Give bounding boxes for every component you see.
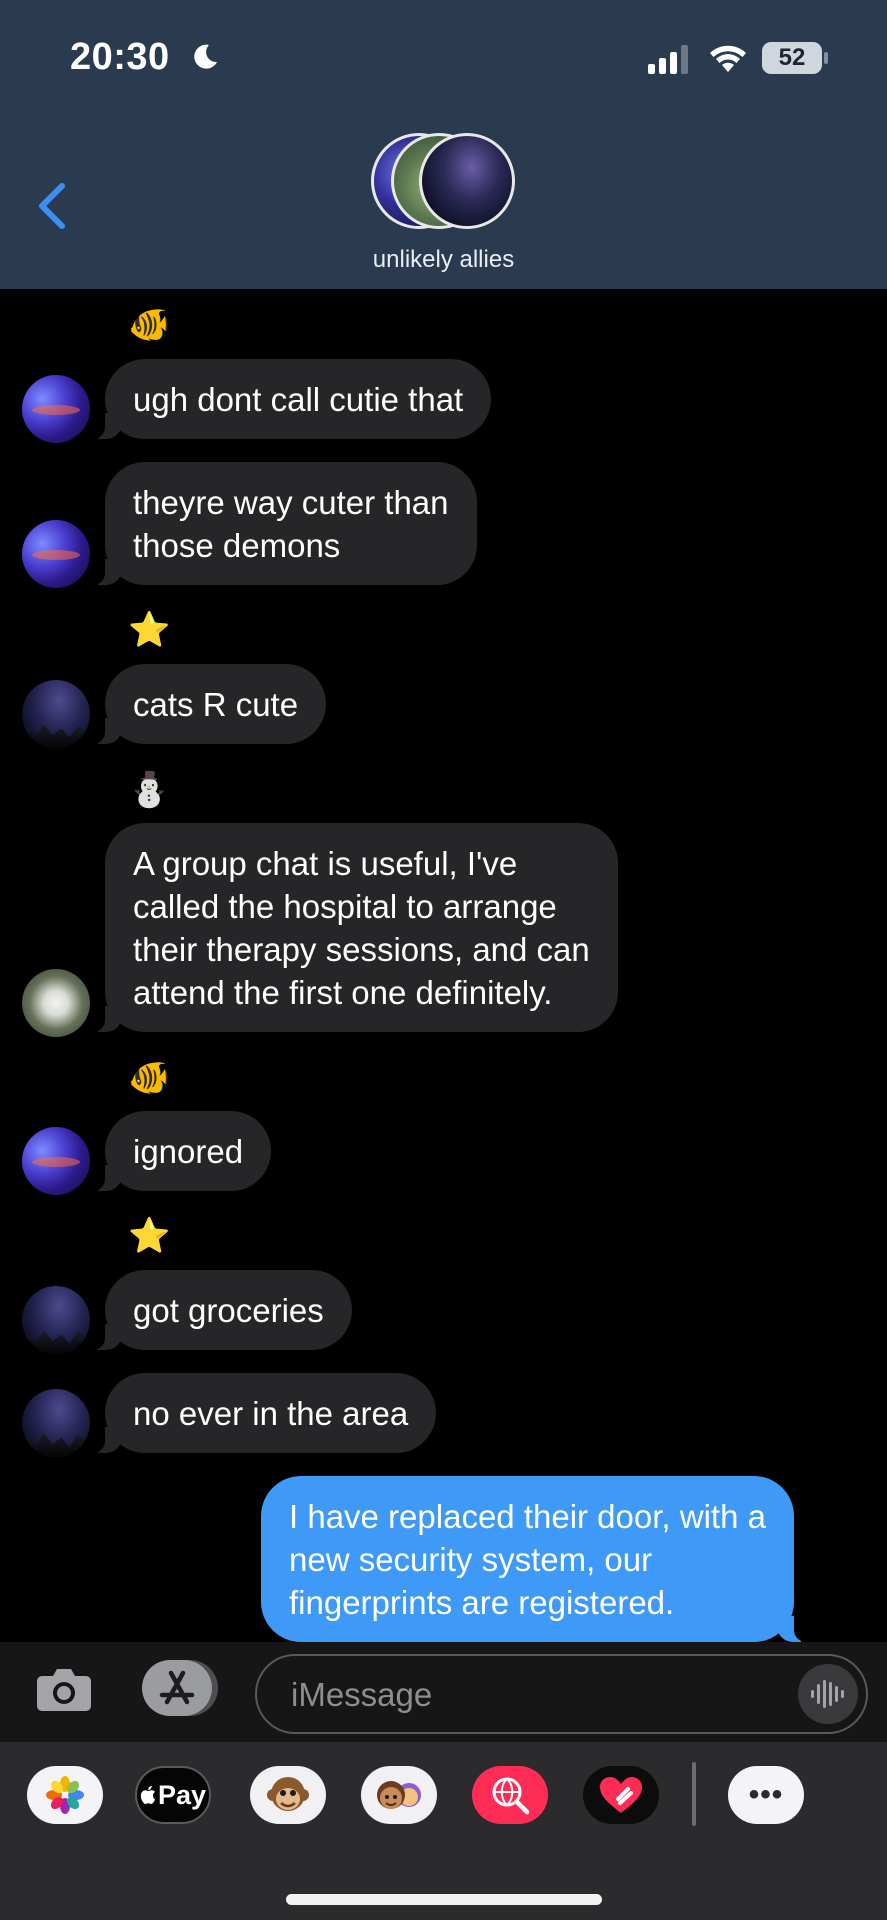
message-bubble[interactable]: A group chat is useful, I've called the … xyxy=(91,823,618,1032)
app-store-button[interactable] xyxy=(142,1660,218,1720)
cellular-signal-icon xyxy=(648,45,688,74)
message-bubble[interactable]: no ever in the area xyxy=(90,1373,437,1453)
heart-touch-icon xyxy=(600,1777,642,1813)
messages-screen: 20:30 52 unlikely allies 🐠 ugh dont call… xyxy=(0,0,887,1920)
voice-memo-button[interactable] xyxy=(798,1664,858,1724)
waveform-icon xyxy=(811,1680,844,1708)
apple-logo-icon xyxy=(140,1786,155,1805)
camera-icon[interactable] xyxy=(36,1664,92,1714)
memoji-app-button[interactable] xyxy=(361,1766,437,1824)
wifi-icon xyxy=(710,45,746,72)
app-store-icon xyxy=(159,1670,195,1705)
app-drawer: Pay ••• xyxy=(0,1742,887,1920)
message-bubble[interactable]: theyre way cuter than those demons xyxy=(91,462,477,585)
message-bubble[interactable]: ignored xyxy=(90,1111,272,1191)
battery-indicator: 52 xyxy=(762,42,828,74)
memoji-stickers-icon xyxy=(377,1781,421,1809)
sender-avatar[interactable] xyxy=(22,375,90,443)
moon-icon xyxy=(194,44,217,69)
apple-pay-button[interactable]: Pay xyxy=(135,1766,211,1824)
globe-search-icon xyxy=(492,1777,530,1815)
sender-emoji-fish: 🐠 xyxy=(128,306,171,344)
group-avatar-stack[interactable] xyxy=(371,133,516,229)
photos-app-button[interactable] xyxy=(27,1766,103,1824)
sender-emoji-snowman: ⛄ xyxy=(128,771,171,809)
sender-emoji-fish: 🐠 xyxy=(128,1059,171,1097)
sender-avatar[interactable] xyxy=(22,969,90,1037)
compose-bar: iMessage xyxy=(0,1642,887,1742)
group-member-avatar xyxy=(419,133,515,229)
sender-avatar[interactable] xyxy=(22,520,90,588)
drawer-divider xyxy=(692,1762,696,1826)
status-time: 20:30 xyxy=(70,36,170,78)
sender-avatar[interactable] xyxy=(22,1127,90,1195)
home-indicator[interactable] xyxy=(286,1894,602,1905)
message-bubble[interactable]: ugh dont call cutie that xyxy=(90,359,492,439)
message-bubble[interactable]: got groceries xyxy=(91,1270,352,1350)
imessage-placeholder: iMessage xyxy=(291,1676,433,1713)
sender-emoji-star: ⭐ xyxy=(128,1217,171,1255)
battery-cap xyxy=(824,52,828,64)
imessage-input[interactable]: iMessage xyxy=(255,1654,868,1734)
animoji-app-button[interactable] xyxy=(250,1766,326,1824)
battery-level: 52 xyxy=(762,42,822,74)
apple-pay-label: Pay xyxy=(157,1779,207,1810)
sent-message-bubble[interactable]: I have replaced their door, with a new s… xyxy=(261,1476,808,1642)
message-bubble[interactable]: cats R cute xyxy=(90,664,327,744)
images-search-button[interactable] xyxy=(472,1766,548,1824)
sender-avatar[interactable] xyxy=(22,1389,90,1457)
monkey-animoji-icon xyxy=(267,1777,309,1811)
sender-emoji-star: ⭐ xyxy=(128,611,171,649)
digital-touch-button[interactable] xyxy=(583,1766,659,1824)
sender-avatar[interactable] xyxy=(22,1286,90,1354)
more-apps-button[interactable]: ••• xyxy=(728,1766,804,1824)
back-chevron-icon[interactable] xyxy=(30,180,74,232)
conversation-header: 20:30 52 unlikely allies xyxy=(0,0,887,289)
group-name[interactable]: unlikely allies xyxy=(0,246,887,274)
photos-icon xyxy=(46,1776,84,1814)
sender-avatar[interactable] xyxy=(22,680,90,748)
